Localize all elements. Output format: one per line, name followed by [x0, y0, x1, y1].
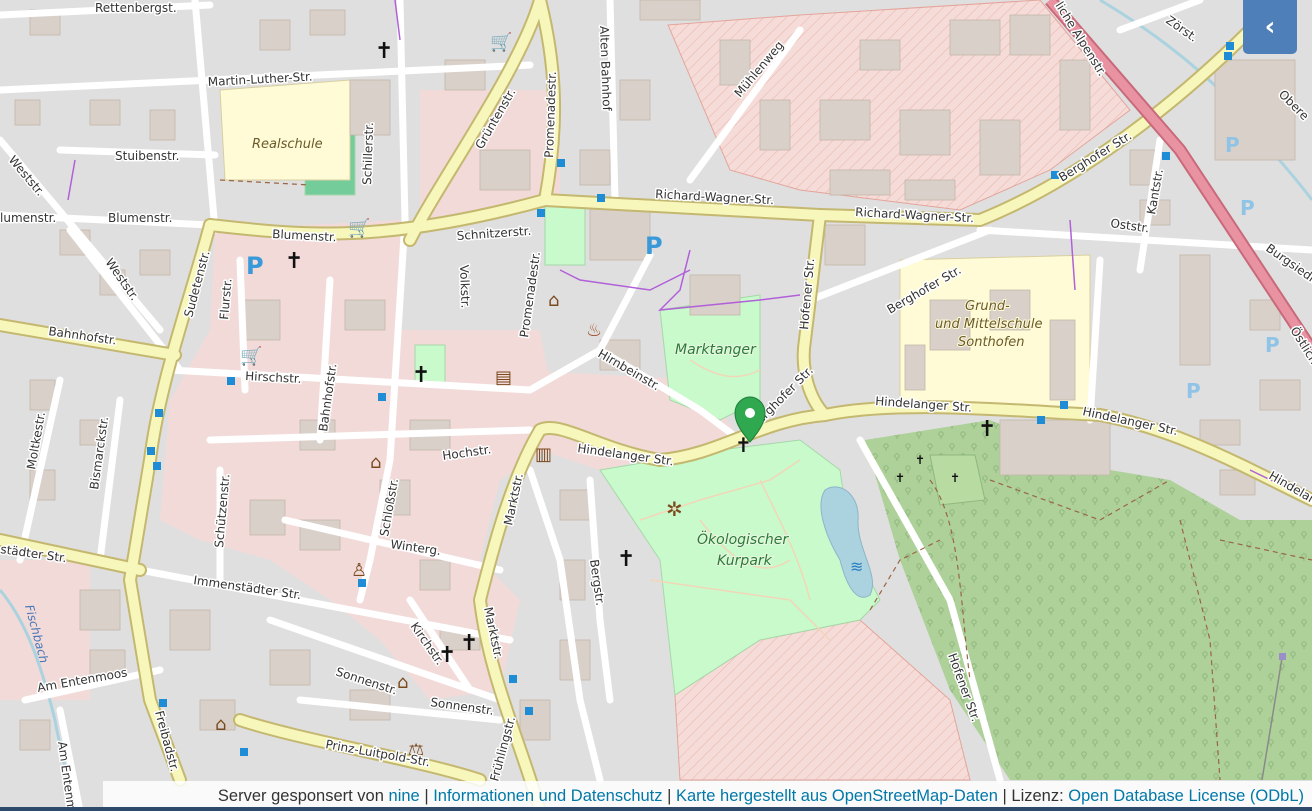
parking-icon: P [1265, 333, 1280, 357]
church-icon: ✝ [412, 363, 430, 388]
label-realschule: Realschule [252, 137, 323, 152]
label-stuiben: Stuibenstr. [115, 149, 179, 163]
school-realschule [219, 79, 351, 181]
grave-icon: ✝ [950, 471, 960, 485]
label-schiller: Schillerstr. [360, 122, 376, 185]
grave-icon: ✝ [895, 471, 905, 485]
marker-dot [745, 408, 755, 418]
license-link[interactable]: Open Database License (ODbL) [1068, 787, 1304, 806]
parking-icon: P [645, 232, 663, 260]
label-grund-2: und Mittelschule [935, 317, 1043, 332]
viewpoint-icon: ✲ [666, 497, 683, 521]
sponsor-link[interactable]: nine [389, 787, 420, 806]
label-grund-3: Sonthofen [958, 335, 1025, 350]
label-hirschstr: Hirschstr. [245, 369, 302, 386]
cinema-icon: ▤ [495, 367, 512, 388]
parking-icon: P [1240, 196, 1255, 220]
label-marktanger: Marktanger [675, 342, 757, 358]
church-icon: ✝ [375, 39, 393, 64]
parking-icon: P [1225, 133, 1240, 157]
library-icon: ▥ [535, 444, 552, 465]
grave-icon: ✝ [915, 453, 925, 467]
museum-icon: ⌂ [397, 672, 408, 693]
shopping-cart-icon: 🛒 [348, 217, 370, 239]
osm-data-link[interactable]: Karte hergestellt aus OpenStreetMap-Date… [676, 787, 998, 806]
label-rettenberg: Rettenbergst. [95, 1, 177, 15]
hostel-icon: ⌂ [548, 290, 559, 311]
person-statue-icon: ♙ [351, 560, 367, 581]
fire-station-icon: ♨ [586, 320, 602, 341]
label-volkstr: Volkstr. [457, 265, 473, 309]
bottom-border [0, 807, 1312, 811]
shopping-cart-icon: 🛒 [490, 31, 512, 53]
church-icon: ✝ [285, 249, 303, 274]
attribution-sep-3: | Lizenz: [1002, 786, 1064, 805]
attribution-prefix: Server gesponsert von [217, 786, 384, 805]
label-alten-bahnhof: Alten Bahnhof [597, 26, 614, 112]
shopping-cart-icon: 🛒 [240, 345, 262, 367]
label-oekologischer: Ökologischer [697, 530, 789, 548]
label-blumenstr-w2: lumenstr. [0, 211, 56, 225]
parking-icon: P [1186, 379, 1201, 403]
info-privacy-link[interactable]: Informationen und Datenschutz [433, 787, 662, 806]
osm-map[interactable]: ✝ ✝ ✝ ✝ ✝ ✝ ✝ ✝ ✝ ✝ ✝ P P P P P P 🛒 🛒 🛒 … [0, 0, 1312, 811]
attribution-sep-1: | [424, 786, 429, 805]
attribution-sep-2: | [667, 786, 672, 805]
label-grund-1: Grund- [965, 299, 1010, 314]
label-blumenstr-w: Blumenstr. [108, 211, 172, 225]
church-icon: ✝ [460, 631, 478, 656]
museum-icon: ⌂ [215, 714, 226, 735]
chevron-left-icon: ‹ [1264, 12, 1276, 42]
museum-icon: ⌂ [370, 452, 381, 473]
power-tower [1279, 653, 1286, 660]
label-kurpark: Kurpark [717, 553, 773, 569]
swimming-icon: ≋ [850, 557, 863, 576]
sidebar-toggle-button[interactable]: ‹ [1243, 0, 1297, 54]
parking-icon: P [246, 252, 264, 280]
church-icon: ✝ [978, 417, 996, 442]
church-icon: ✝ [617, 547, 635, 572]
